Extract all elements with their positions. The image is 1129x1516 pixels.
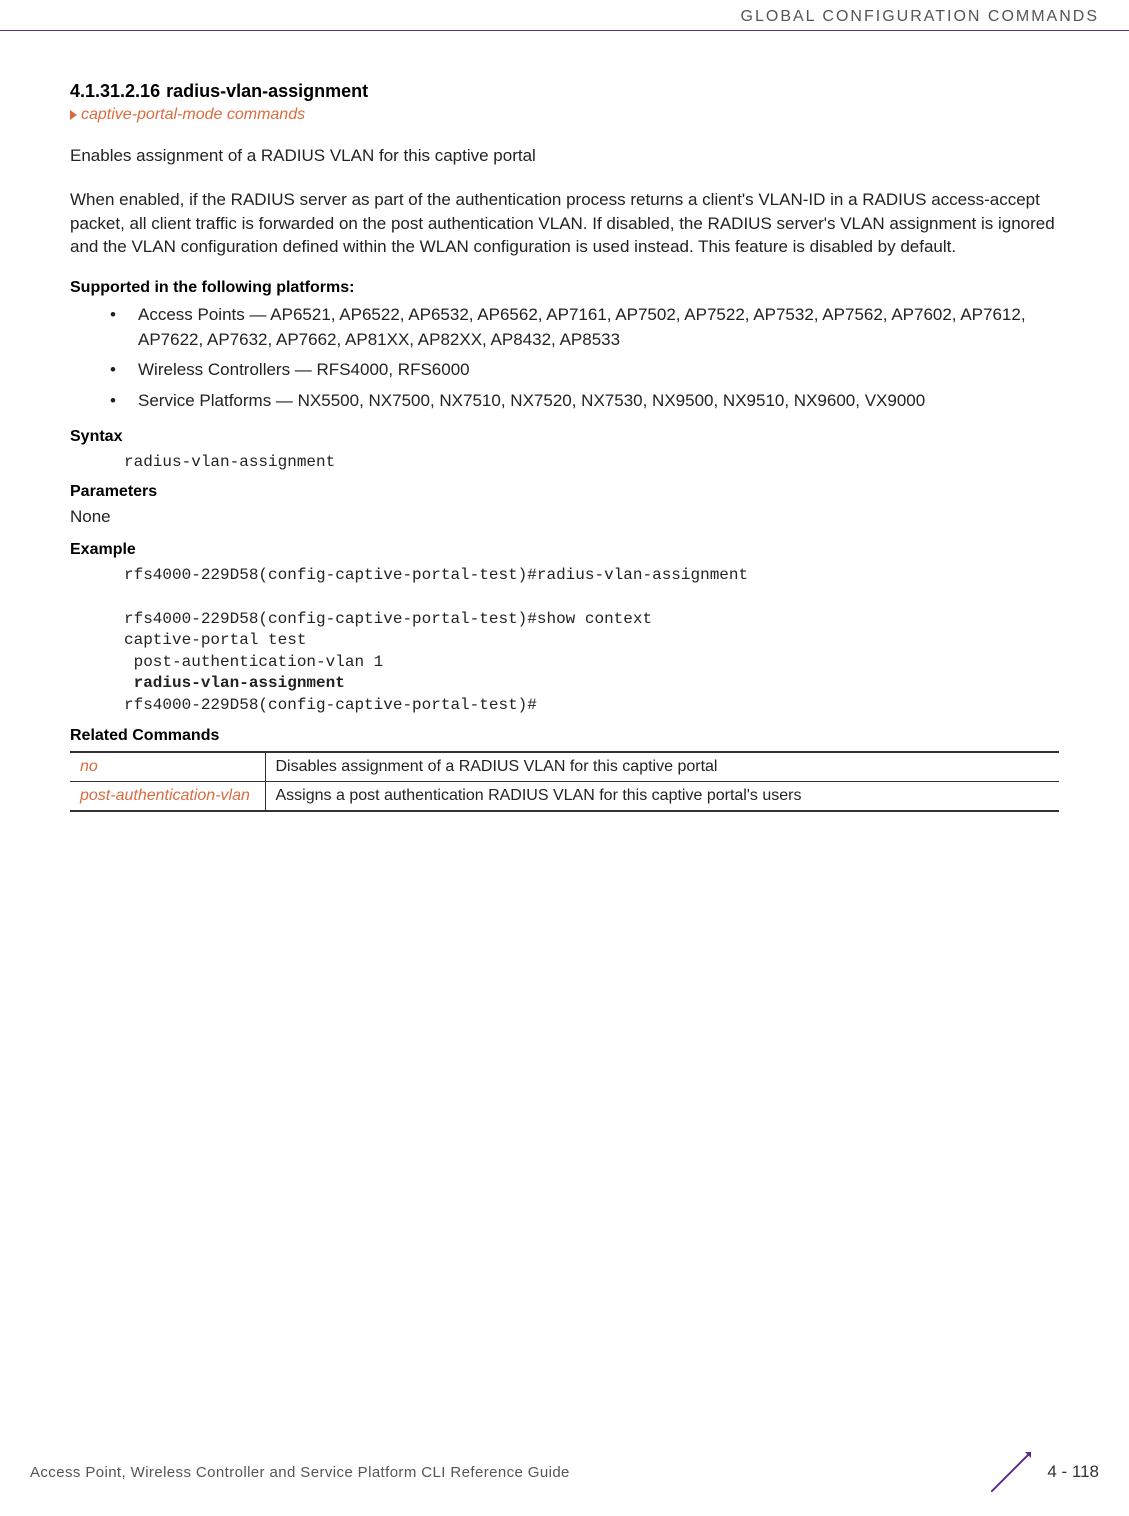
related-cmd-link[interactable]: post-authentication-vlan (70, 781, 265, 811)
page-number: 4 - 118 (1047, 1462, 1099, 1482)
code-line: post-authentication-vlan 1 (124, 653, 383, 671)
code-line-bold: radius-vlan-assignment (124, 674, 345, 692)
code-line: captive-portal test (124, 631, 306, 649)
example-heading: Example (70, 541, 1059, 559)
related-commands-table: no Disables assignment of a RADIUS VLAN … (70, 751, 1059, 812)
code-line: rfs4000-229D58(config-captive-portal-tes… (124, 566, 748, 584)
footer-right: 4 - 118 (991, 1452, 1099, 1492)
supported-heading: Supported in the following platforms: (70, 279, 1059, 297)
section-title: 4.1.31.2.16 radius-vlan-assignment (70, 81, 1059, 102)
platforms-list: Access Points — AP6521, AP6522, AP6532, … (110, 303, 1059, 414)
related-heading: Related Commands (70, 727, 1059, 745)
parameters-heading: Parameters (70, 483, 1059, 501)
description-paragraph: When enabled, if the RADIUS server as pa… (70, 188, 1059, 259)
list-item: Service Platforms — NX5500, NX7500, NX75… (110, 389, 1059, 414)
related-cmd-link[interactable]: no (70, 752, 265, 782)
arrow-right-icon (70, 110, 77, 120)
table-row: post-authentication-vlan Assigns a post … (70, 781, 1059, 811)
list-item: Wireless Controllers — RFS4000, RFS6000 (110, 358, 1059, 383)
intro-paragraph: Enables assignment of a RADIUS VLAN for … (70, 144, 1059, 168)
example-code: rfs4000-229D58(config-captive-portal-tes… (124, 565, 1059, 716)
related-cmd-desc: Disables assignment of a RADIUS VLAN for… (265, 752, 1059, 782)
code-line: rfs4000-229D58(config-captive-portal-tes… (124, 696, 537, 714)
main-content: 4.1.31.2.16 radius-vlan-assignment captiv… (0, 31, 1129, 812)
page-corner-icon (991, 1452, 1031, 1492)
list-item: Access Points — AP6521, AP6522, AP6532, … (110, 303, 1059, 352)
breadcrumb-label: captive-portal-mode commands (81, 106, 305, 123)
related-cmd-desc: Assigns a post authentication RADIUS VLA… (265, 781, 1059, 811)
code-line: rfs4000-229D58(config-captive-portal-tes… (124, 610, 652, 628)
breadcrumb[interactable]: captive-portal-mode commands (70, 106, 1059, 124)
syntax-code: radius-vlan-assignment (124, 452, 1059, 474)
table-row: no Disables assignment of a RADIUS VLAN … (70, 752, 1059, 782)
parameters-value: None (70, 507, 1059, 527)
page-header: GLOBAL CONFIGURATION COMMANDS (0, 0, 1129, 31)
syntax-heading: Syntax (70, 428, 1059, 446)
section-name: radius-vlan-assignment (166, 81, 368, 101)
page-footer: Access Point, Wireless Controller and Se… (30, 1452, 1099, 1492)
section-number: 4.1.31.2.16 (70, 81, 160, 101)
footer-doc-title: Access Point, Wireless Controller and Se… (30, 1464, 570, 1481)
